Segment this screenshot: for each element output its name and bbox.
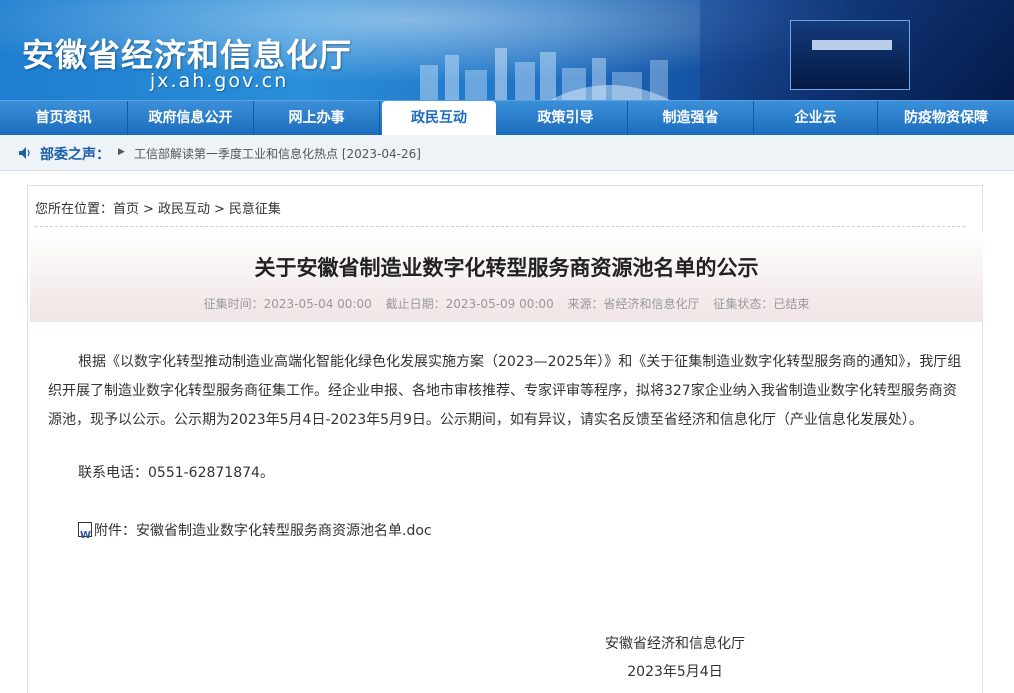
collect-time: 征集时间：2023-05-04 00:00 <box>203 297 372 311</box>
notice-bar: 部委之声： ▶ 工信部解读第一季度工业和信息化热点 [2023-04-26] <box>0 135 1014 171</box>
article-meta: 征集时间：2023-05-04 00:00 截止日期：2023-05-09 00… <box>30 295 983 312</box>
nav-item-policy[interactable]: 政策引导 <box>504 101 628 136</box>
source: 来源：省经济和信息化厅 <box>567 297 700 311</box>
arrow-right-icon: ▶ <box>118 147 125 157</box>
nav-item-enterprise-cloud[interactable]: 企业云 <box>754 101 878 136</box>
site-domain: jx.ah.gov.cn <box>150 70 289 92</box>
nav-item-home[interactable]: 首页资讯 <box>0 101 128 136</box>
breadcrumb-separator: > <box>213 202 225 217</box>
notice-link[interactable]: 工信部解读第一季度工业和信息化热点 [2023-04-26] <box>134 145 421 162</box>
nav-item-online-service[interactable]: 网上办事 <box>254 101 380 136</box>
breadcrumb-home[interactable]: 首页 <box>113 202 139 217</box>
speaker-icon <box>19 147 30 159</box>
breadcrumb-opinion[interactable]: 民意征集 <box>229 202 281 217</box>
nav-item-epidemic-supplies[interactable]: 防疫物资保障 <box>878 101 1014 136</box>
breadcrumb: 您所在位置：首页 > 政民互动 > 民意征集 <box>35 198 281 217</box>
breadcrumb-divider <box>35 226 965 227</box>
breadcrumb-prefix: 您所在位置： <box>35 202 114 217</box>
article-title: 关于安徽省制造业数字化转型服务商资源池名单的公示 <box>254 256 759 280</box>
nav-item-gov-info[interactable]: 政府信息公开 <box>128 101 254 136</box>
banner-screen-bar <box>812 40 892 50</box>
site-banner: 安徽省经济和信息化厅 jx.ah.gov.cn <box>0 0 1014 100</box>
attachment-label: 附件： <box>94 523 136 539</box>
signature-org: 安徽省经济和信息化厅 <box>605 636 745 652</box>
breadcrumb-separator: > <box>143 202 154 217</box>
deadline: 截止日期：2023-05-09 00:00 <box>385 297 554 311</box>
attachment-link[interactable]: 安徽省制造业数字化转型服务商资源池名单.doc <box>136 523 432 539</box>
main-nav: 首页资讯 政府信息公开 网上办事 政民互动 政策引导 制造强省 企业云 防疫物资… <box>0 100 1014 136</box>
attachment: 附件：安徽省制造业数字化转型服务商资源池名单.doc <box>78 517 432 550</box>
notice-label: 部委之声： <box>40 147 110 163</box>
nav-item-manufacturing[interactable]: 制造强省 <box>628 101 754 136</box>
nav-item-interaction[interactable]: 政民互动 <box>382 101 496 136</box>
article-header: 关于安徽省制造业数字化转型服务商资源池名单的公示 征集时间：2023-05-04… <box>30 232 983 322</box>
breadcrumb-interaction[interactable]: 政民互动 <box>158 202 210 217</box>
banner-screen-image <box>790 20 910 90</box>
contact-phone: 联系电话：0551-62871874。 <box>78 465 274 481</box>
signature-date: 2023年5月4日 <box>627 664 723 680</box>
article-body-paragraph: 根据《以数字化转型推动制造业高端化智能化绿色化发展实施方案（2023—2025年… <box>48 354 962 428</box>
word-doc-icon <box>78 521 92 550</box>
collect-status: 征集状态：已结束 <box>713 297 810 311</box>
